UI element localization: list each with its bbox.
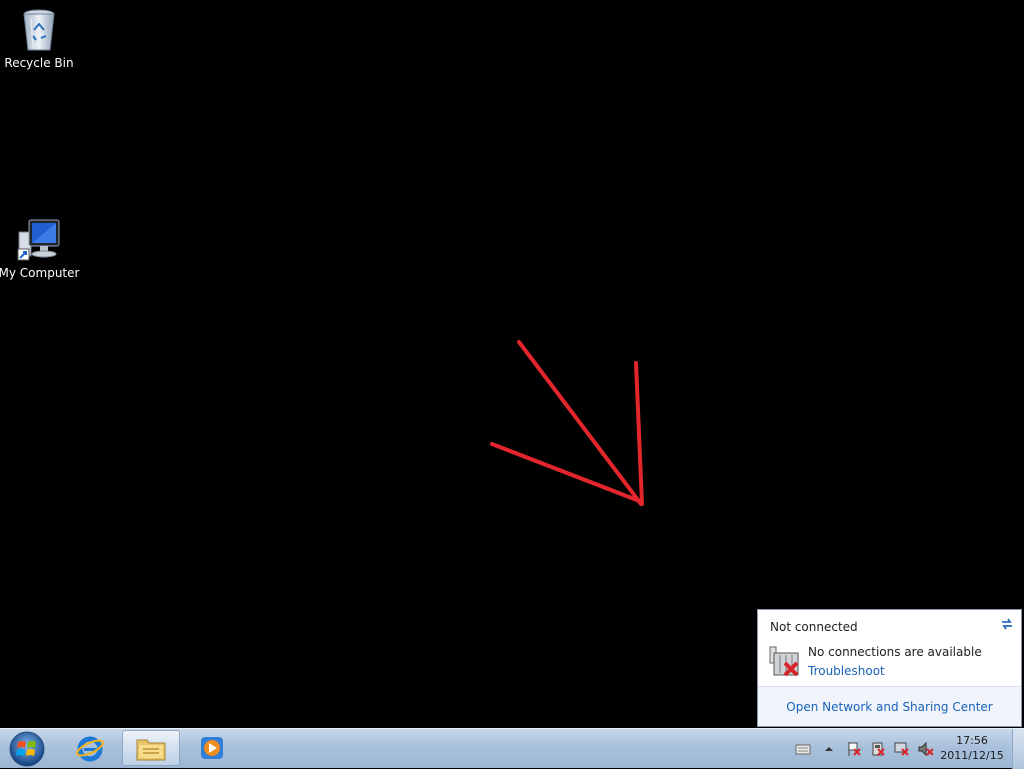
internet-explorer-icon bbox=[76, 736, 104, 762]
network-disconnected-icon[interactable] bbox=[894, 741, 910, 757]
folder-icon bbox=[136, 739, 166, 761]
red-arrow-annotation bbox=[490, 340, 644, 506]
my-computer-label: My Computer bbox=[0, 266, 80, 280]
computer-icon bbox=[17, 219, 60, 261]
open-network-sharing-center-link[interactable]: Open Network and Sharing Center bbox=[786, 700, 992, 714]
taskbar: 17:56 2011/12/15 bbox=[0, 728, 1024, 769]
desktop-icon-my-computer[interactable]: My Computer bbox=[0, 216, 81, 280]
action-center-flag-icon[interactable] bbox=[846, 741, 862, 757]
refresh-icon[interactable] bbox=[999, 616, 1015, 632]
clock-time: 17:56 bbox=[956, 734, 988, 747]
desktop: Recycle Bin My Computer Not connected No… bbox=[0, 0, 1024, 728]
taskbar-windows-explorer[interactable] bbox=[122, 730, 180, 766]
taskbar-internet-explorer[interactable] bbox=[61, 730, 119, 766]
network-flyout: Not connected No connections are availab… bbox=[757, 609, 1022, 727]
keyboard-icon[interactable] bbox=[795, 741, 811, 757]
safely-remove-hardware-icon[interactable] bbox=[870, 741, 886, 757]
show-desktop-button[interactable] bbox=[1012, 729, 1024, 769]
system-tray: 17:56 2011/12/15 bbox=[789, 729, 1024, 769]
no-connections-message: No connections are available bbox=[808, 645, 982, 659]
recycle-bin-label: Recycle Bin bbox=[4, 56, 74, 70]
network-status-title: Not connected bbox=[770, 620, 858, 634]
clock-date: 2011/12/15 bbox=[940, 749, 1004, 762]
no-connection-icon bbox=[769, 646, 799, 677]
media-player-icon bbox=[201, 737, 223, 759]
troubleshoot-link[interactable]: Troubleshoot bbox=[808, 664, 885, 678]
show-hidden-icons-icon[interactable] bbox=[821, 741, 837, 757]
desktop-icon-recycle-bin[interactable]: Recycle Bin bbox=[0, 6, 81, 70]
start-button[interactable] bbox=[4, 730, 50, 768]
taskbar-media-player[interactable] bbox=[183, 730, 241, 766]
taskbar-clock[interactable]: 17:56 2011/12/15 bbox=[938, 733, 1006, 763]
recycle-bin-icon bbox=[23, 9, 55, 51]
volume-muted-icon[interactable] bbox=[918, 741, 934, 757]
network-flyout-footer: Open Network and Sharing Center bbox=[758, 686, 1021, 726]
